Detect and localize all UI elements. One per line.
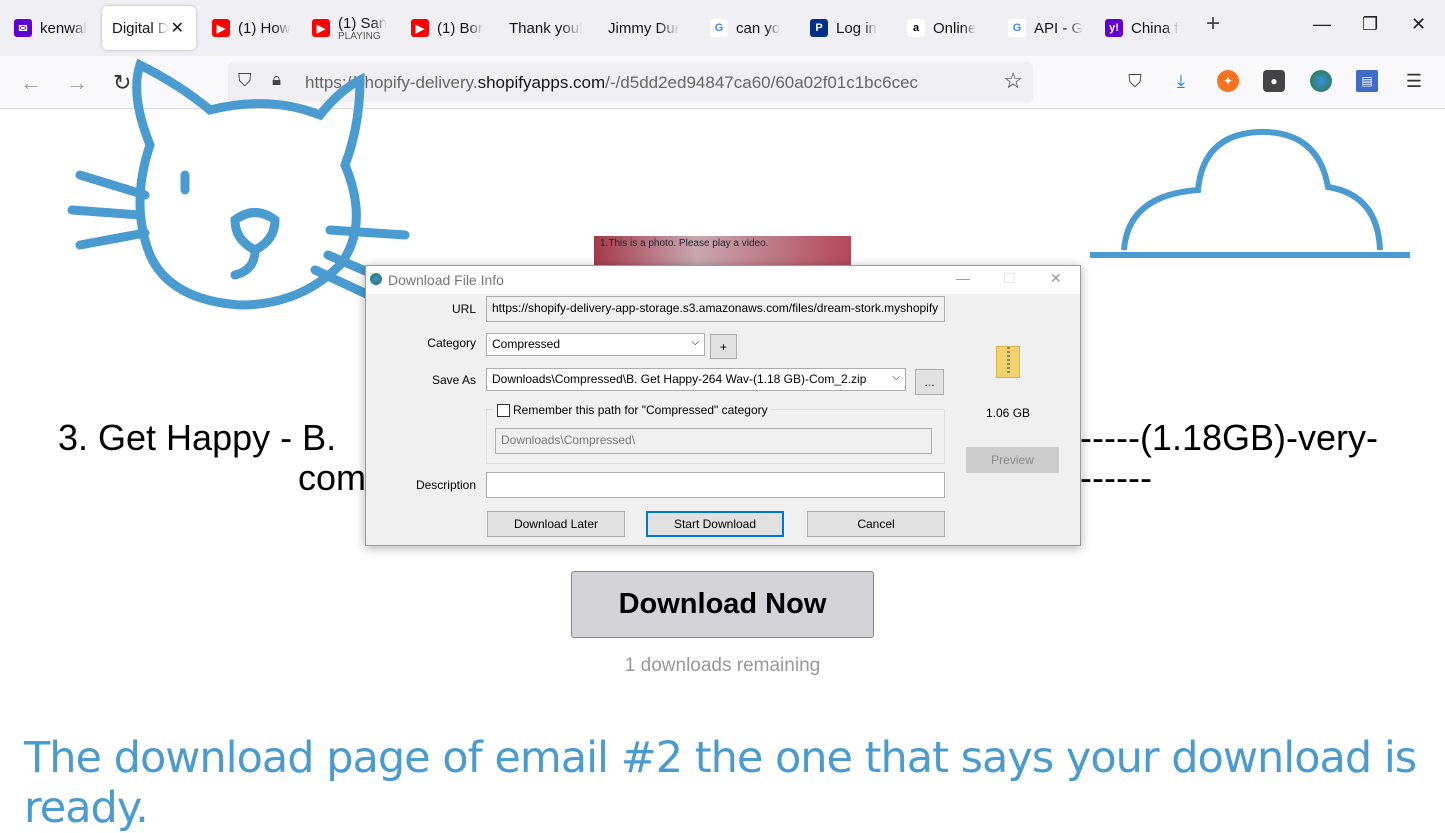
url-field[interactable]: https://shopify-delivery-app-storage.s3.… — [486, 296, 945, 322]
tab[interactable]: ✉ kenwal — [14, 6, 96, 50]
category-value: Compressed — [492, 337, 561, 351]
save-as-label: Save As — [431, 373, 476, 387]
youtube-icon: ▶ — [312, 19, 330, 37]
tab[interactable]: ▶ (1) Bor — [411, 6, 493, 50]
category-label: Category — [427, 336, 476, 350]
youtube-icon: ▶ — [411, 19, 429, 37]
tab-label: kenwal — [40, 19, 87, 37]
start-download-button[interactable]: Start Download — [646, 511, 784, 537]
tab-label: Thank you! — [509, 19, 584, 37]
menu-icon[interactable]: ☰ — [1403, 70, 1425, 92]
caption: The download page of email #2 the one th… — [24, 733, 1417, 833]
photo-text: 1.This is a photo. Please play a video. — [600, 238, 769, 249]
tab[interactable]: y! China f — [1105, 6, 1187, 50]
paypal-icon: P — [810, 19, 828, 37]
tab[interactable]: ▶ (1) San PLAYING — [312, 6, 394, 50]
description-field[interactable] — [486, 472, 945, 498]
chevron-down-icon: ⌵ — [892, 372, 900, 383]
url-path: /-/d5dd2ed94847ca60/60a02f01c1bc6cec — [605, 73, 919, 92]
zip-file-icon — [996, 346, 1020, 378]
remember-checkbox-row[interactable]: Remember this path for "Compressed" cate… — [494, 403, 771, 417]
bookmark-star-icon[interactable]: ☆ — [1003, 68, 1023, 94]
password-manager-icon[interactable]: ● — [1263, 70, 1285, 92]
minimize-button[interactable]: — — [1313, 14, 1331, 35]
heading-part: 3. Get Happy - B. — [58, 417, 337, 458]
close-tab-icon[interactable]: ✕ — [171, 18, 184, 38]
video-thumbnail[interactable]: 1.This is a photo. Please play a video. — [594, 236, 851, 266]
tab-label: Digital D — [112, 19, 169, 37]
dialog-maximize-button[interactable]: ☐ — [1003, 270, 1016, 287]
tab[interactable]: P Log in — [810, 6, 892, 50]
google-icon: G — [1008, 19, 1026, 37]
download-now-button[interactable]: Download Now — [571, 571, 874, 638]
tab[interactable]: Gcan yo — [710, 6, 792, 50]
amazon-icon: a — [907, 19, 925, 37]
save-page-icon[interactable]: ▤ — [1356, 70, 1378, 92]
tab-bar: ✉ kenwal Digital D ✕ ▶ (1) How ▶ (1) San PLAYING… — [0, 0, 1445, 56]
download-file-info-dialog: Download File Info — ☐ ✕ URL https://sho… — [365, 265, 1081, 546]
idm-icon[interactable] — [1310, 70, 1332, 92]
chevron-down-icon: ⌵ — [691, 337, 699, 348]
browse-button[interactable]: ... — [915, 369, 944, 395]
tab[interactable]: a Online — [907, 6, 989, 50]
cancel-button[interactable]: Cancel — [807, 511, 945, 537]
description-label: Description — [415, 478, 476, 492]
tab-playing-label: PLAYING — [338, 30, 381, 42]
preview-button[interactable]: Preview — [966, 447, 1059, 473]
tab-label: can yo — [736, 19, 781, 37]
category-select[interactable]: Compressed ⌵ — [486, 333, 705, 356]
heading-part: -----(1.18GB)-very- — [1080, 417, 1378, 458]
close-window-button[interactable]: ✕ — [1411, 14, 1426, 35]
downloads-icon[interactable]: ⤓ — [1170, 70, 1192, 92]
tab[interactable]: Digital D ✕ — [102, 6, 196, 50]
remember-label: Remember this path for "Compressed" cate… — [513, 403, 768, 417]
file-size: 1.06 GB — [986, 406, 1031, 420]
tab-label: Jimmy Dur — [608, 19, 680, 37]
add-category-button[interactable]: + — [710, 334, 737, 359]
tab[interactable]: ▶ (1) How — [212, 6, 294, 50]
youtube-icon: ▶ — [212, 19, 230, 37]
extension-orange-icon[interactable]: ✦ — [1217, 70, 1239, 92]
dialog-titlebar[interactable]: Download File Info — ☐ ✕ — [366, 266, 1080, 294]
tab-label: Log in — [836, 19, 877, 37]
url-label: URL — [451, 302, 476, 316]
remember-path-field: Downloads\Compressed\ — [495, 428, 932, 454]
google-icon: G — [710, 19, 728, 37]
dialog-close-button[interactable]: ✕ — [1050, 270, 1062, 287]
save-as-combo[interactable]: Downloads\Compressed\B. Get Happy-264 Wa… — [486, 368, 906, 391]
download-later-button[interactable]: Download Later — [487, 511, 625, 537]
tab[interactable]: Thank you! — [509, 6, 591, 50]
tab-label: Online — [933, 19, 977, 37]
restore-button[interactable]: ❐ — [1362, 14, 1378, 35]
yahoo-mail-icon: ✉ — [14, 19, 32, 37]
heading-part: com — [298, 457, 367, 498]
back-button[interactable]: ← — [20, 70, 42, 96]
url-domain: shopifyapps.com — [477, 73, 606, 92]
downloads-remaining: 1 downloads remaining — [624, 655, 821, 676]
save-as-value: Downloads\Compressed\B. Get Happy-264 Wa… — [492, 372, 867, 386]
tab-label: (1) Bor — [437, 19, 483, 37]
pocket-icon[interactable]: ⛉ — [1124, 70, 1146, 92]
dialog-minimize-button[interactable]: — — [956, 270, 970, 286]
tab-label: (1) How — [238, 19, 291, 37]
tab-label: (1) San — [338, 14, 388, 32]
tab-label: China f — [1131, 19, 1179, 37]
cloud-drawing-icon — [1090, 128, 1410, 258]
tab-label: API - G — [1034, 19, 1084, 37]
yahoo-icon: y! — [1105, 19, 1123, 37]
heading-part: ------ — [1080, 457, 1152, 498]
dialog-title: Download File Info — [388, 272, 504, 288]
idm-icon — [370, 273, 382, 285]
tab[interactable]: G API - G — [1008, 6, 1090, 50]
new-tab-button[interactable]: + — [1206, 10, 1220, 38]
tab[interactable]: Jimmy Dur — [608, 6, 690, 50]
remember-checkbox[interactable] — [497, 403, 510, 417]
